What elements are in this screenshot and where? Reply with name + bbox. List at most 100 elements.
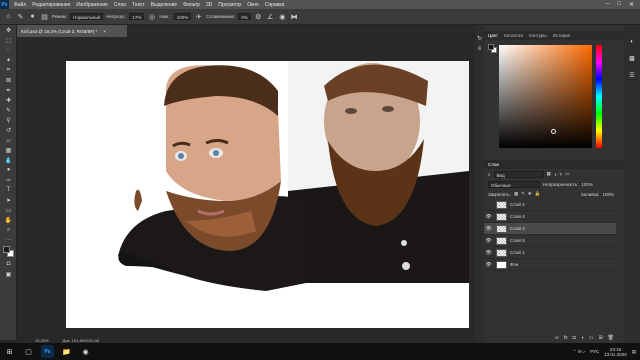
- airbrush-icon[interactable]: ✈: [194, 12, 203, 21]
- blend-mode-select[interactable]: Нормальный: [70, 13, 104, 20]
- language-indicator[interactable]: РУС: [590, 349, 599, 354]
- frame-tool-icon[interactable]: ⊠: [0, 75, 17, 85]
- blur-tool-icon[interactable]: 💧: [0, 155, 17, 165]
- zoom-level[interactable]: 19,25%: [35, 338, 49, 343]
- brush-tool-preset-icon[interactable]: ✎: [16, 12, 25, 21]
- tab-layers[interactable]: Слои: [488, 162, 499, 167]
- marquee-tool-icon[interactable]: ⬚: [0, 35, 17, 45]
- more-tools-icon[interactable]: ···: [0, 235, 17, 245]
- menu-layers[interactable]: Слои: [111, 2, 129, 8]
- menu-window[interactable]: Окно: [244, 2, 262, 8]
- photoshop-taskbar-icon[interactable]: Ps: [41, 345, 54, 358]
- angle-icon[interactable]: ∠: [266, 12, 275, 21]
- symmetry-icon[interactable]: ⧓: [290, 12, 299, 21]
- move-tool-icon[interactable]: ✥: [0, 25, 17, 35]
- smoothing-settings-icon[interactable]: ⚙: [254, 12, 263, 21]
- brush-tool-icon[interactable]: ✎: [0, 105, 17, 115]
- properties-icon[interactable]: ≡: [475, 46, 484, 52]
- layer-blend-select[interactable]: Обычные: [488, 180, 540, 188]
- menu-view[interactable]: Просмотр: [215, 2, 244, 8]
- type-tool-icon[interactable]: T: [0, 185, 17, 195]
- adjustment-layer-icon[interactable]: ◑: [581, 335, 584, 341]
- color-picker-field[interactable]: [499, 45, 592, 148]
- filter-pixel-icon[interactable]: ▦: [547, 171, 551, 177]
- close-window-button[interactable]: ✕: [629, 1, 634, 8]
- color-picker-cursor[interactable]: [551, 129, 556, 134]
- delete-layer-icon[interactable]: 🗑: [608, 335, 614, 341]
- document-tab[interactable]: Kirll.psd @ 19,2% (Слой 3, RGB/8#) * ×: [17, 25, 127, 37]
- lock-transparency-icon[interactable]: ▦: [514, 191, 518, 197]
- explorer-icon[interactable]: 📁: [60, 345, 73, 358]
- flow-input[interactable]: 100%: [173, 13, 192, 20]
- menu-file[interactable]: Файл: [11, 2, 29, 8]
- minimize-button[interactable]: –: [606, 1, 609, 8]
- chrome-icon[interactable]: ◉: [79, 345, 92, 358]
- fg-bg-colors[interactable]: [0, 245, 17, 259]
- home-icon[interactable]: ⌂: [4, 12, 13, 21]
- filter-adjust-icon[interactable]: ◑: [554, 172, 557, 177]
- history-icon[interactable]: ↻: [475, 35, 484, 42]
- dodge-tool-icon[interactable]: ●: [0, 165, 17, 175]
- libraries-icon[interactable]: ☰: [624, 72, 640, 79]
- lasso-tool-icon[interactable]: ◌: [0, 45, 17, 55]
- eye-icon[interactable]: 👁: [484, 262, 493, 268]
- layer-row-selected[interactable]: 👁 Слой 3: [484, 223, 616, 235]
- lock-all-icon[interactable]: 🔒: [535, 191, 541, 197]
- clock[interactable]: 23:15 13.01.2020: [604, 347, 627, 357]
- eye-icon[interactable]: 👁: [484, 250, 493, 256]
- tab-paths[interactable]: Контуры: [529, 33, 547, 38]
- tray-icons[interactable]: ⌃ ✉ ♪: [573, 349, 585, 355]
- pressure-opacity-icon[interactable]: ◎: [147, 12, 156, 21]
- brush-size-icon[interactable]: ●: [28, 12, 37, 21]
- menu-edit[interactable]: Редактирование: [29, 2, 73, 8]
- crop-tool-icon[interactable]: ⌗: [0, 65, 17, 75]
- filter-type-icon[interactable]: T: [560, 172, 563, 177]
- layer-kind-select[interactable]: Вид: [493, 170, 544, 178]
- clone-stamp-tool-icon[interactable]: ⚲: [0, 115, 17, 125]
- canvas[interactable]: [66, 61, 469, 328]
- eye-icon[interactable]: 👁: [484, 238, 493, 244]
- lock-pixels-icon[interactable]: ✎: [521, 191, 525, 197]
- styles-icon[interactable]: ▩: [624, 55, 640, 62]
- windows-start-icon[interactable]: ⊞: [3, 345, 16, 358]
- adjustments-icon[interactable]: ◐: [624, 39, 640, 45]
- eraser-tool-icon[interactable]: ▱: [0, 135, 17, 145]
- rectangle-tool-icon[interactable]: ▭: [0, 205, 17, 215]
- menu-image[interactable]: Изображение: [73, 2, 111, 8]
- eyedropper-tool-icon[interactable]: ✒: [0, 85, 17, 95]
- task-view-icon[interactable]: ▢: [22, 345, 35, 358]
- history-brush-tool-icon[interactable]: ↺: [0, 125, 17, 135]
- pressure-size-icon[interactable]: ◉: [278, 12, 287, 21]
- zoom-tool-icon[interactable]: ⌕: [0, 225, 17, 235]
- filter-shape-icon[interactable]: ▭: [565, 171, 569, 177]
- opacity-input[interactable]: 17%: [129, 13, 145, 20]
- menu-select[interactable]: Выделение: [148, 2, 181, 8]
- screen-mode-icon[interactable]: ▣: [0, 269, 17, 279]
- lock-position-icon[interactable]: ✥: [528, 191, 532, 197]
- add-mask-icon[interactable]: ◘: [573, 335, 576, 341]
- hue-slider[interactable]: [596, 45, 602, 148]
- fill-value[interactable]: 100%: [602, 192, 624, 197]
- link-layers-icon[interactable]: ∞: [555, 335, 559, 341]
- maximize-button[interactable]: □: [617, 1, 621, 8]
- layer-row[interactable]: 👁 Фон: [484, 259, 616, 271]
- tab-history[interactable]: История: [553, 33, 570, 38]
- menu-3d[interactable]: 3D: [203, 2, 215, 8]
- pen-tool-icon[interactable]: ✑: [0, 175, 17, 185]
- tab-color[interactable]: Цвет: [488, 33, 498, 38]
- path-select-tool-icon[interactable]: ➤: [0, 195, 17, 205]
- layer-style-icon[interactable]: fx: [564, 335, 568, 341]
- eye-icon[interactable]: 👁: [484, 226, 493, 232]
- new-layer-icon[interactable]: ⊞: [598, 335, 602, 341]
- layer-row[interactable]: 👁 Слой 4: [484, 211, 616, 223]
- notifications-icon[interactable]: ▤: [632, 349, 636, 355]
- gradient-tool-icon[interactable]: ▦: [0, 145, 17, 155]
- quick-mask-icon[interactable]: ◘: [0, 259, 17, 269]
- layer-row[interactable]: Слой 2: [484, 199, 616, 211]
- brush-settings-icon[interactable]: ▤: [40, 12, 49, 21]
- layer-opacity-value[interactable]: 100%: [581, 182, 593, 187]
- new-group-icon[interactable]: ▭: [589, 335, 594, 341]
- layer-row[interactable]: 👁 Слой 5: [484, 235, 616, 247]
- quick-select-tool-icon[interactable]: ✦: [0, 55, 17, 65]
- close-document-icon[interactable]: ×: [103, 29, 106, 34]
